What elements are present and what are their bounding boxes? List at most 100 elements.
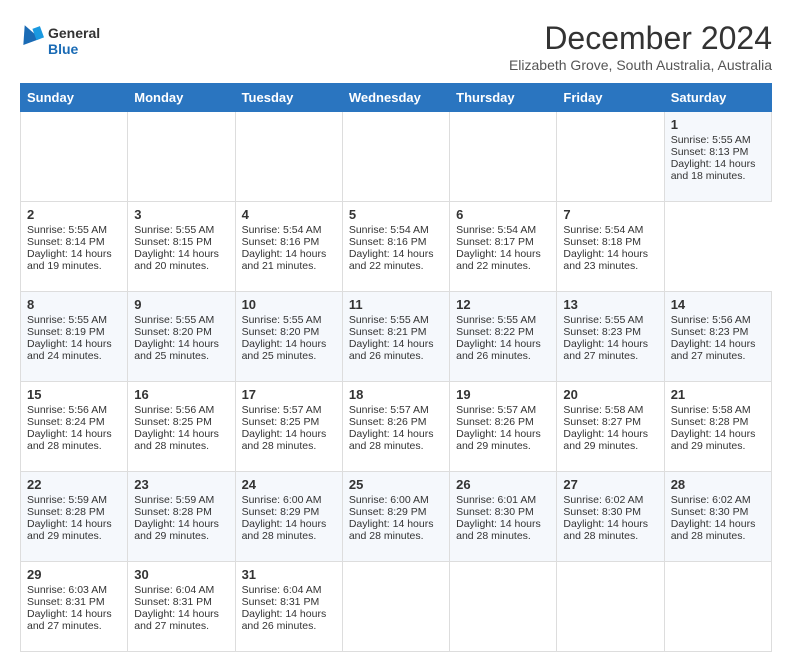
calendar-cell-18: 18 Sunrise: 5:57 AM Sunset: 8:26 PM Dayl… <box>342 382 449 472</box>
sunrise: Sunrise: 6:02 AM <box>671 494 751 506</box>
day-number: 1 <box>671 117 765 132</box>
day-number: 9 <box>134 297 228 312</box>
sunrise: Sunrise: 5:55 AM <box>27 224 107 236</box>
day-number: 3 <box>134 207 228 222</box>
calendar-cell-31: 31 Sunrise: 6:04 AM Sunset: 8:31 PM Dayl… <box>235 562 342 652</box>
sunrise: Sunrise: 6:00 AM <box>349 494 429 506</box>
sunrise: Sunrise: 5:54 AM <box>242 224 322 236</box>
daylight: Daylight: 14 hours and 29 minutes. <box>671 428 756 452</box>
title-block: December 2024 Elizabeth Grove, South Aus… <box>509 20 772 73</box>
sunset: Sunset: 8:25 PM <box>242 416 320 428</box>
sunrise: Sunrise: 5:59 AM <box>134 494 214 506</box>
day-number: 28 <box>671 477 765 492</box>
sunset: Sunset: 8:17 PM <box>456 236 534 248</box>
day-number: 6 <box>456 207 550 222</box>
col-tuesday: Tuesday <box>235 84 342 112</box>
sunrise: Sunrise: 5:55 AM <box>27 314 107 326</box>
logo: General Blue <box>20 20 110 65</box>
sunset: Sunset: 8:24 PM <box>27 416 105 428</box>
daylight: Daylight: 14 hours and 21 minutes. <box>242 248 327 272</box>
daylight: Daylight: 14 hours and 24 minutes. <box>27 338 112 362</box>
sunset: Sunset: 8:28 PM <box>671 416 749 428</box>
day-number: 29 <box>27 567 121 582</box>
sunset: Sunset: 8:26 PM <box>349 416 427 428</box>
sunrise: Sunrise: 5:58 AM <box>563 404 643 416</box>
day-number: 27 <box>563 477 657 492</box>
empty-cell-w0-0 <box>21 112 128 202</box>
sunset: Sunset: 8:23 PM <box>671 326 749 338</box>
day-number: 13 <box>563 297 657 312</box>
empty-cell-w0-5 <box>557 112 664 202</box>
sunset: Sunset: 8:29 PM <box>242 506 320 518</box>
calendar-cell-10: 10 Sunrise: 5:55 AM Sunset: 8:20 PM Dayl… <box>235 292 342 382</box>
sunset: Sunset: 8:30 PM <box>563 506 641 518</box>
daylight: Daylight: 14 hours and 28 minutes. <box>242 518 327 542</box>
sunrise: Sunrise: 5:57 AM <box>349 404 429 416</box>
empty-cell-w0-2 <box>235 112 342 202</box>
month-title: December 2024 <box>509 20 772 57</box>
sunset: Sunset: 8:25 PM <box>134 416 212 428</box>
sunrise: Sunrise: 5:55 AM <box>563 314 643 326</box>
daylight: Daylight: 14 hours and 29 minutes. <box>563 428 648 452</box>
calendar-cell-1: 1 Sunrise: 5:55 AM Sunset: 8:13 PM Dayli… <box>664 112 771 202</box>
sunset: Sunset: 8:31 PM <box>242 596 320 608</box>
calendar-cell-21: 21 Sunrise: 5:58 AM Sunset: 8:28 PM Dayl… <box>664 382 771 472</box>
week-row-4: 15 Sunrise: 5:56 AM Sunset: 8:24 PM Dayl… <box>21 382 772 472</box>
sunrise: Sunrise: 5:55 AM <box>349 314 429 326</box>
sunrise: Sunrise: 6:03 AM <box>27 584 107 596</box>
sunset: Sunset: 8:31 PM <box>27 596 105 608</box>
sunset: Sunset: 8:31 PM <box>134 596 212 608</box>
header-row: Sunday Monday Tuesday Wednesday Thursday… <box>21 84 772 112</box>
day-number: 25 <box>349 477 443 492</box>
daylight: Daylight: 14 hours and 25 minutes. <box>134 338 219 362</box>
week-row-3: 8 Sunrise: 5:55 AM Sunset: 8:19 PM Dayli… <box>21 292 772 382</box>
calendar-cell-17: 17 Sunrise: 5:57 AM Sunset: 8:25 PM Dayl… <box>235 382 342 472</box>
week-row-6: 29 Sunrise: 6:03 AM Sunset: 8:31 PM Dayl… <box>21 562 772 652</box>
sunset: Sunset: 8:28 PM <box>27 506 105 518</box>
sunrise: Sunrise: 5:55 AM <box>456 314 536 326</box>
day-number: 11 <box>349 297 443 312</box>
sunrise: Sunrise: 5:56 AM <box>134 404 214 416</box>
sunrise: Sunrise: 5:54 AM <box>349 224 429 236</box>
sunset: Sunset: 8:20 PM <box>134 326 212 338</box>
calendar-cell-11: 11 Sunrise: 5:55 AM Sunset: 8:21 PM Dayl… <box>342 292 449 382</box>
daylight: Daylight: 14 hours and 28 minutes. <box>671 518 756 542</box>
day-number: 10 <box>242 297 336 312</box>
sunset: Sunset: 8:15 PM <box>134 236 212 248</box>
col-wednesday: Wednesday <box>342 84 449 112</box>
sunset: Sunset: 8:26 PM <box>456 416 534 428</box>
sunset: Sunset: 8:28 PM <box>134 506 212 518</box>
sunset: Sunset: 8:29 PM <box>349 506 427 518</box>
calendar-cell-12: 12 Sunrise: 5:55 AM Sunset: 8:22 PM Dayl… <box>450 292 557 382</box>
sunset: Sunset: 8:13 PM <box>671 146 749 158</box>
sunset: Sunset: 8:30 PM <box>456 506 534 518</box>
day-number: 12 <box>456 297 550 312</box>
calendar-cell-25: 25 Sunrise: 6:00 AM Sunset: 8:29 PM Dayl… <box>342 472 449 562</box>
sunset: Sunset: 8:14 PM <box>27 236 105 248</box>
daylight: Daylight: 14 hours and 27 minutes. <box>671 338 756 362</box>
sunrise: Sunrise: 5:54 AM <box>563 224 643 236</box>
daylight: Daylight: 14 hours and 29 minutes. <box>27 518 112 542</box>
sunrise: Sunrise: 6:04 AM <box>134 584 214 596</box>
daylight: Daylight: 14 hours and 28 minutes. <box>27 428 112 452</box>
week-row-5: 22 Sunrise: 5:59 AM Sunset: 8:28 PM Dayl… <box>21 472 772 562</box>
sunset: Sunset: 8:21 PM <box>349 326 427 338</box>
calendar-cell-6: 6 Sunrise: 5:54 AM Sunset: 8:17 PM Dayli… <box>450 202 557 292</box>
sunset: Sunset: 8:19 PM <box>27 326 105 338</box>
day-number: 31 <box>242 567 336 582</box>
col-saturday: Saturday <box>664 84 771 112</box>
empty-cell-w5-6 <box>664 562 771 652</box>
empty-cell-w5-4 <box>450 562 557 652</box>
sunrise: Sunrise: 5:55 AM <box>242 314 322 326</box>
daylight: Daylight: 14 hours and 29 minutes. <box>134 518 219 542</box>
day-number: 30 <box>134 567 228 582</box>
calendar-cell-26: 26 Sunrise: 6:01 AM Sunset: 8:30 PM Dayl… <box>450 472 557 562</box>
calendar-table: Sunday Monday Tuesday Wednesday Thursday… <box>20 83 772 652</box>
sunset: Sunset: 8:16 PM <box>242 236 320 248</box>
daylight: Daylight: 14 hours and 28 minutes. <box>242 428 327 452</box>
daylight: Daylight: 14 hours and 25 minutes. <box>242 338 327 362</box>
daylight: Daylight: 14 hours and 29 minutes. <box>456 428 541 452</box>
day-number: 23 <box>134 477 228 492</box>
daylight: Daylight: 14 hours and 18 minutes. <box>671 158 756 182</box>
sunrise: Sunrise: 6:04 AM <box>242 584 322 596</box>
